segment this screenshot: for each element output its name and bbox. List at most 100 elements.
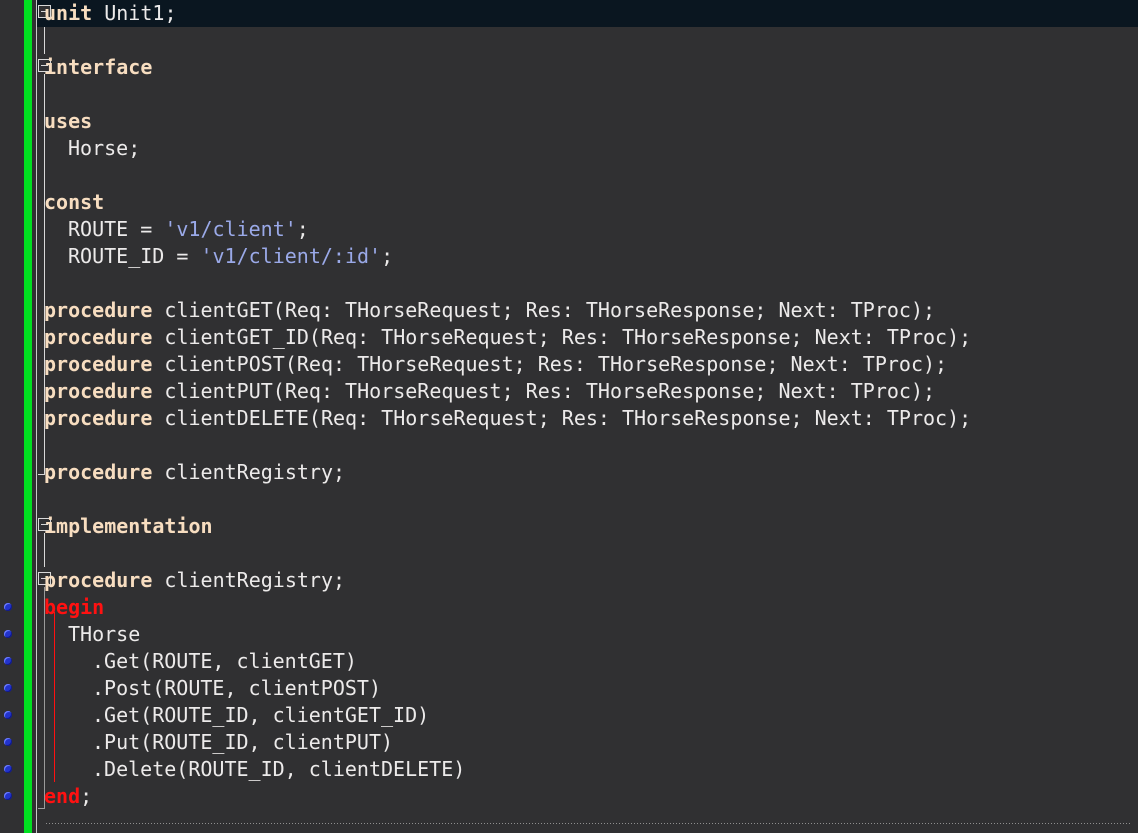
- code-line-text: .Get(ROUTE, clientGET): [0, 648, 357, 675]
- code-token-pun: ;: [333, 568, 346, 592]
- code-token-kw: procedure: [44, 352, 153, 376]
- code-token-kw: unit: [44, 1, 93, 25]
- code-token-id: clientPUT(Req: THorseRequest; Res: THors…: [164, 379, 936, 403]
- code-token-pun: ;: [128, 136, 141, 160]
- code-line[interactable]: procedure clientPOST(Req: THorseRequest;…: [0, 351, 947, 378]
- code-line[interactable]: [0, 270, 44, 297]
- code-token-str: 'v1/client/:id': [200, 244, 382, 268]
- code-line-text: procedure clientRegistry;: [0, 567, 345, 594]
- code-token-id: Unit1: [104, 1, 165, 25]
- code-line[interactable]: const: [0, 189, 104, 216]
- code-line[interactable]: THorse: [0, 621, 140, 648]
- code-token-id: .Post(ROUTE, clientPOST): [92, 676, 381, 700]
- bottom-dotted-separator: [46, 823, 1132, 824]
- code-line[interactable]: ROUTE_ID = 'v1/client/:id';: [0, 243, 393, 270]
- code-token-id: THorse: [68, 622, 141, 646]
- code-token-pun: ;: [80, 784, 93, 808]
- code-line[interactable]: unit Unit1;: [0, 0, 176, 27]
- code-token-id: ROUTE_ID: [68, 244, 165, 268]
- code-token-red: begin: [44, 595, 105, 619]
- code-token-pun: =: [128, 217, 165, 241]
- code-line[interactable]: begin: [0, 594, 104, 621]
- code-line-text: Horse;: [0, 135, 140, 162]
- code-line-text: .Get(ROUTE_ID, clientGET_ID): [0, 702, 429, 729]
- code-token-kw: implementation: [44, 514, 213, 538]
- code-token-pun: [152, 325, 164, 349]
- code-token-kw: procedure: [44, 568, 153, 592]
- code-token-id: .Delete(ROUTE_ID, clientDELETE): [92, 757, 466, 781]
- code-line[interactable]: procedure clientGET(Req: THorseRequest; …: [0, 297, 935, 324]
- code-line[interactable]: procedure clientGET_ID(Req: THorseReques…: [0, 324, 971, 351]
- code-token-str: 'v1/client': [164, 217, 297, 241]
- code-line[interactable]: ROUTE = 'v1/client';: [0, 216, 309, 243]
- code-token-id: .Get(ROUTE, clientGET): [92, 649, 357, 673]
- code-token-id: clientRegistry: [164, 568, 333, 592]
- code-token-kw: procedure: [44, 298, 153, 322]
- code-line-text: const: [0, 189, 104, 216]
- code-line[interactable]: procedure clientRegistry;: [0, 567, 345, 594]
- code-token-kw: procedure: [44, 406, 153, 430]
- code-token-pun: ;: [333, 460, 346, 484]
- code-line[interactable]: [0, 432, 44, 459]
- code-token-pun: =: [164, 244, 201, 268]
- code-line-text: procedure clientRegistry;: [0, 459, 345, 486]
- code-editor-surface[interactable]: unit Unit1; interface uses Horse; const ROUTE…: [0, 0, 1138, 833]
- code-line-text: procedure clientPOST(Req: THorseRequest;…: [0, 351, 947, 378]
- code-line-text: unit Unit1;: [0, 0, 176, 27]
- code-token-pun: ;: [381, 244, 394, 268]
- code-line[interactable]: Horse;: [0, 135, 140, 162]
- code-line-text: ROUTE = 'v1/client';: [0, 216, 309, 243]
- code-line[interactable]: procedure clientRegistry;: [0, 459, 345, 486]
- code-token-pun: [152, 406, 164, 430]
- code-token-kw: procedure: [44, 379, 153, 403]
- code-token-pun: [152, 298, 164, 322]
- code-text-layer[interactable]: unit Unit1; interface uses Horse; const ROUTE…: [0, 0, 1138, 833]
- code-line[interactable]: .Delete(ROUTE_ID, clientDELETE): [0, 756, 465, 783]
- code-line-text: .Post(ROUTE, clientPOST): [0, 675, 381, 702]
- code-token-pun: ;: [164, 1, 177, 25]
- code-line[interactable]: [0, 81, 44, 108]
- code-line-text: .Delete(ROUTE_ID, clientDELETE): [0, 756, 465, 783]
- code-line-text: .Put(ROUTE_ID, clientPUT): [0, 729, 393, 756]
- code-line[interactable]: .Post(ROUTE, clientPOST): [0, 675, 381, 702]
- code-line[interactable]: [0, 540, 44, 567]
- code-token-red: end: [44, 784, 81, 808]
- code-line[interactable]: procedure clientDELETE(Req: THorseReques…: [0, 405, 971, 432]
- code-line-text: procedure clientGET_ID(Req: THorseReques…: [0, 324, 971, 351]
- code-line[interactable]: .Get(ROUTE, clientGET): [0, 648, 357, 675]
- code-token-pun: [152, 460, 164, 484]
- code-line[interactable]: [0, 27, 44, 54]
- code-token-id: Horse: [68, 136, 129, 160]
- code-token-id: clientGET(Req: THorseRequest; Res: THors…: [164, 298, 936, 322]
- code-token-id: .Put(ROUTE_ID, clientPUT): [92, 730, 394, 754]
- code-token-id: clientGET_ID(Req: THorseRequest; Res: TH…: [164, 325, 972, 349]
- code-token-pun: [92, 1, 104, 25]
- code-token-id: clientPOST(Req: THorseRequest; Res: THor…: [164, 352, 948, 376]
- code-line-text: uses: [0, 108, 92, 135]
- code-line-text: ROUTE_ID = 'v1/client/:id';: [0, 243, 393, 270]
- code-line[interactable]: .Get(ROUTE_ID, clientGET_ID): [0, 702, 429, 729]
- code-line[interactable]: end;: [0, 783, 92, 810]
- code-line-text: procedure clientGET(Req: THorseRequest; …: [0, 297, 935, 324]
- code-line-text: implementation: [0, 513, 213, 540]
- code-line-text: THorse: [0, 621, 140, 648]
- code-token-pun: ;: [296, 217, 309, 241]
- code-line[interactable]: [0, 162, 44, 189]
- code-token-id: clientDELETE(Req: THorseRequest; Res: TH…: [164, 406, 972, 430]
- code-token-kw: procedure: [44, 325, 153, 349]
- code-token-kw: uses: [44, 109, 93, 133]
- code-line[interactable]: .Put(ROUTE_ID, clientPUT): [0, 729, 393, 756]
- code-token-id: .Get(ROUTE_ID, clientGET_ID): [92, 703, 430, 727]
- code-line[interactable]: interface: [0, 54, 152, 81]
- code-token-kw: interface: [44, 55, 153, 79]
- code-token-id: clientRegistry: [164, 460, 333, 484]
- code-line[interactable]: procedure clientPUT(Req: THorseRequest; …: [0, 378, 935, 405]
- code-line-text: end;: [0, 783, 92, 810]
- code-line-text: begin: [0, 594, 104, 621]
- code-token-pun: [152, 379, 164, 403]
- code-token-kw: procedure: [44, 460, 153, 484]
- code-line[interactable]: [0, 486, 44, 513]
- code-line[interactable]: implementation: [0, 513, 213, 540]
- code-token-id: ROUTE: [68, 217, 129, 241]
- code-line[interactable]: uses: [0, 108, 92, 135]
